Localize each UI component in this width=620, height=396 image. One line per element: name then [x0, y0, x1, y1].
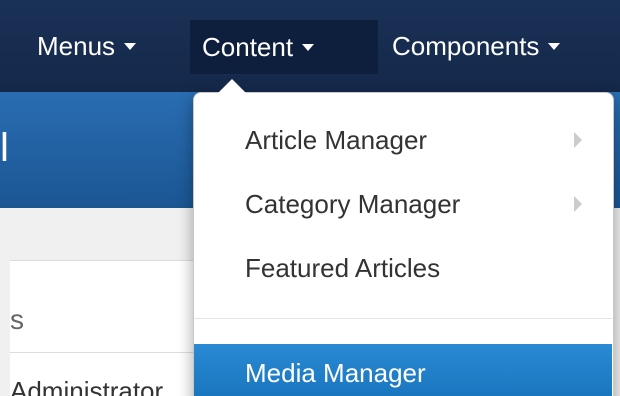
caret-down-icon: [548, 42, 561, 50]
menu-item-label: Media Manager: [245, 358, 426, 388]
nav-menus-label: Menus: [37, 31, 116, 61]
menu-item-featured-articles[interactable]: Featured Articles: [194, 246, 612, 290]
chevron-right-icon: [574, 132, 582, 148]
menu-item-label: Article Manager: [245, 125, 428, 155]
menu-item-category-manager[interactable]: Category Manager: [194, 182, 612, 226]
dropdown-pointer: [218, 79, 246, 93]
chevron-right-icon: [574, 196, 582, 212]
menu-item-article-manager[interactable]: Article Manager: [194, 118, 612, 162]
nav-content-label: Content: [202, 32, 294, 62]
menu-item-label: Category Manager: [245, 189, 461, 219]
caret-down-icon: [302, 43, 315, 51]
admin-screen: Menus Content Components l s Administrat…: [0, 0, 620, 396]
nav-menus[interactable]: Menus: [37, 26, 137, 66]
caret-down-icon: [124, 42, 137, 50]
panel-row: Administrator: [10, 376, 164, 396]
nav-components[interactable]: Components: [392, 26, 561, 66]
page-title: l: [0, 126, 9, 170]
nav-components-label: Components: [392, 31, 540, 61]
nav-content[interactable]: Content: [190, 20, 378, 74]
panel-heading: s: [10, 304, 24, 335]
menu-item-media-manager[interactable]: Media Manager: [194, 344, 612, 396]
menu-divider: [194, 318, 612, 319]
menu-item-label: Featured Articles: [245, 253, 441, 283]
